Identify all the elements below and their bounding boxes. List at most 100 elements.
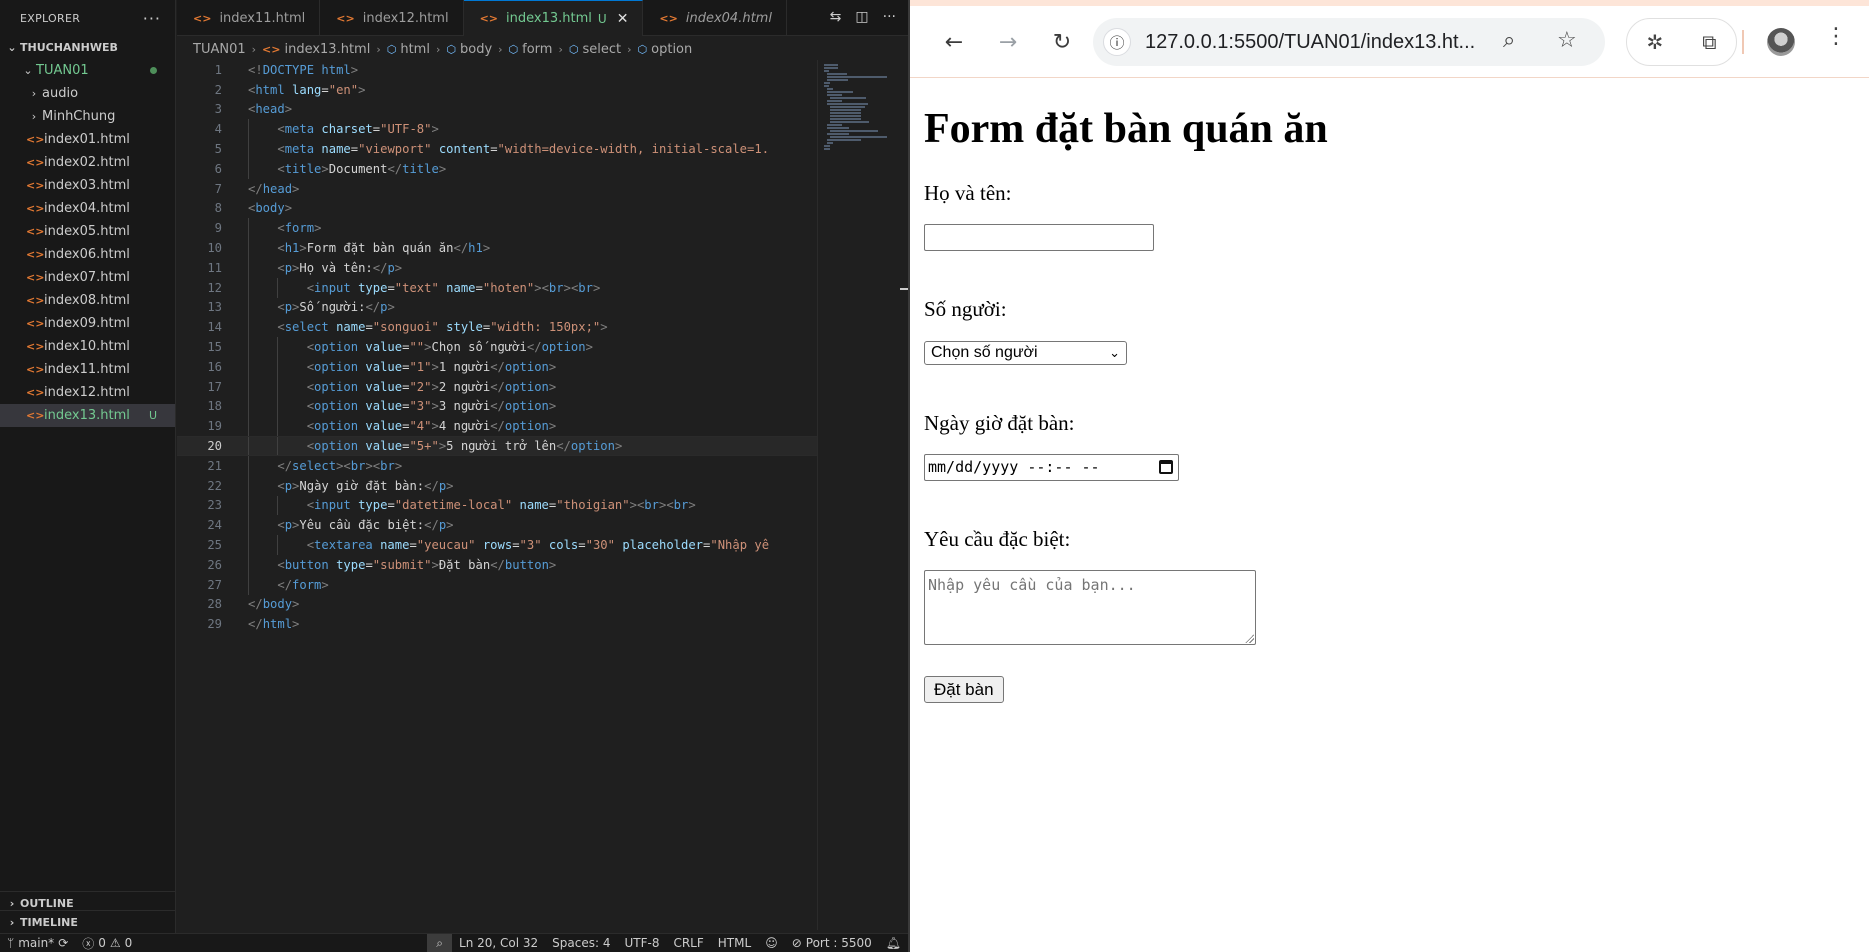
code-line[interactable]: 24 <p>Yêu cầu đặc biệt:</p> [177,515,817,536]
workspace-section[interactable]: ⌄ THUCHANHWEB [0,36,175,59]
address-bar[interactable]: ⓘ 127.0.0.1:5500/TUAN01/index13.ht... ⌕ … [1093,18,1605,66]
split-editor-icon[interactable]: ◫ [855,9,868,25]
code-line[interactable]: 22 <p>Ngày giờ đặt bàn:</p> [177,475,817,496]
code-line[interactable]: 4 <meta charset="UTF-8"> [177,119,817,140]
request-textarea[interactable]: Nhập yêu cầu của bạn... [924,569,1256,645]
tab-index11[interactable]: <> index11.html [177,0,321,36]
cursor-position[interactable]: Ln 20, Col 32 [452,936,545,950]
code-line[interactable]: 20 <option value="5+">5 người trở lên</o… [177,436,817,456]
code-line[interactable]: 3 <head> [177,100,817,120]
file-item[interactable]: <> index02.html [0,151,175,174]
site-info-icon[interactable]: ⓘ [1103,28,1131,56]
html-file-icon: <> [26,363,45,376]
code-line[interactable]: 16 <option value="1">1 người</option> [177,356,817,377]
code-line[interactable]: 27 </form> [177,574,817,595]
breadcrumb-item[interactable]: TUAN01 [193,42,246,57]
untracked-badge: U [148,409,157,422]
name-input[interactable] [924,224,1154,252]
breadcrumb-item[interactable]: select [582,42,621,57]
resize-handle-icon[interactable] [1245,633,1254,643]
breadcrumb-item[interactable]: index13.html [284,42,370,57]
minimap[interactable] [817,60,897,930]
code-line[interactable]: 12 <input type="text" name="hoten"><br><… [177,277,817,298]
zoom-icon[interactable]: ⌕ [427,933,453,952]
folder-minhchung[interactable]: › MinhChung [0,105,175,128]
close-icon[interactable]: ✕ [617,11,629,27]
code-line[interactable]: 19 <option value="4">4 người</option> [177,416,817,437]
code-line[interactable]: 28 </body> [177,595,817,615]
branch-status[interactable]: ᛘ main* ⟳ [0,936,75,950]
code-line[interactable]: 29 </html> [177,614,817,634]
code-line[interactable]: 6 <title>Document</title> [177,158,817,179]
file-item[interactable]: <> index08.html [0,289,175,312]
indentation[interactable]: Spaces: 4 [545,936,617,950]
compare-changes-icon[interactable]: ⇆ [830,9,842,25]
end-of-line[interactable]: CRLF [666,936,710,950]
submit-button[interactable]: Đặt bàn [924,675,1004,703]
code-line[interactable]: 15 <option value="">Chọn số người</optio… [177,337,817,357]
indent-guide [277,535,279,555]
code-line[interactable]: 8 <body> [177,199,817,219]
file-item[interactable]: <> index12.html [0,381,175,404]
calendar-icon[interactable] [1159,460,1173,475]
datetime-input[interactable]: mm/dd/yyyy --:-- -- [924,453,1179,481]
browser-menu-icon[interactable]: ⋮ [1825,24,1847,49]
code-line[interactable]: 26 <button type="submit">Đặt bàn</button… [177,554,817,575]
breadcrumb-item[interactable]: body [460,42,492,57]
folder-audio[interactable]: › audio [0,82,175,105]
file-item[interactable]: <> index06.html [0,243,175,266]
code-line[interactable]: 5 <meta name="viewport" content="width=d… [177,139,817,159]
back-arrow-icon[interactable]: ← [938,26,970,58]
file-item[interactable]: <> index01.html [0,128,175,151]
code-line[interactable]: 17 <option value="2">2 người</option> [177,376,817,397]
notifications-icon[interactable]: 🔔︎ [879,936,908,950]
file-item[interactable]: <> index09.html [0,312,175,335]
people-select[interactable]: Chọn số người ⌄ [924,340,1127,365]
file-item[interactable]: <> index07.html [0,266,175,289]
timeline-section[interactable]: › TIMELINE [0,910,176,933]
puzzle-extensions-icon[interactable]: ⧉ [1702,30,1716,54]
more-actions-icon[interactable]: ··· [143,9,161,28]
translate-extension-icon[interactable]: ✲ [1646,30,1663,54]
code-line[interactable]: 13 <p>Số người:</p> [177,297,817,318]
code-line[interactable]: 21 </select><br><br> [177,455,817,476]
file-item[interactable]: <> index13.html U [0,404,175,427]
bookmark-star-icon[interactable]: ☆ [1557,28,1577,53]
code-line[interactable]: 7 </head> [177,179,817,199]
code-editor[interactable]: 1 <!DOCTYPE html> 2 <html lang="en"> 3 <head>… [177,60,817,930]
code-line[interactable]: 25 <textarea name="yeucau" rows="3" cols… [177,535,817,555]
tab-index13[interactable]: <> index13.html U ✕ [463,0,644,36]
minimap-line [827,142,834,144]
file-item[interactable]: <> index04.html [0,197,175,220]
language-mode[interactable]: HTML [711,936,758,950]
problems-status[interactable]: ⓧ 0 ⚠ 0 [75,935,139,952]
more-actions-icon[interactable]: ··· [883,9,896,25]
encoding[interactable]: UTF-8 [617,936,666,950]
folder-tuan01[interactable]: ⌄ TUAN01 [0,59,175,82]
code-line[interactable]: 18 <option value="3">3 người</option> [177,396,817,417]
code-line[interactable]: 14 <select name="songuoi" style="width: … [177,317,817,338]
reload-icon[interactable]: ↻ [1046,26,1078,58]
file-item[interactable]: <> index11.html [0,358,175,381]
file-item[interactable]: <> index05.html [0,220,175,243]
code-line[interactable]: 9 <form> [177,218,817,239]
forward-arrow-icon[interactable]: → [992,26,1024,58]
live-server-port[interactable]: ⊘ Port : 5500 [785,936,879,950]
tab-index04[interactable]: <> index04.html [643,0,787,36]
indent-guide [277,376,279,397]
code-line[interactable]: 11 <p>Họ và tên:</p> [177,257,817,278]
zoom-icon[interactable]: ⌕ [1503,28,1515,53]
tab-index12[interactable]: <> index12.html [320,0,464,36]
breadcrumb-item[interactable]: html [400,42,430,57]
code-line[interactable]: 1 <!DOCTYPE html> [177,60,817,80]
file-item[interactable]: <> index10.html [0,335,175,358]
code-line[interactable]: 23 <input type="datetime-local" name="th… [177,495,817,516]
file-item[interactable]: <> index03.html [0,174,175,197]
rendered-page: Form đặt bàn quán ăn Họ và tên: Số người… [924,78,1854,703]
copilot-icon[interactable]: ☺ [758,936,785,950]
code-line[interactable]: 10 <h1>Form đặt bàn quán ăn</h1> [177,238,817,258]
code-line[interactable]: 2 <html lang="en"> [177,80,817,100]
breadcrumb-item[interactable]: form [522,42,552,57]
profile-avatar[interactable] [1767,28,1795,56]
breadcrumb-item[interactable]: option [651,42,692,57]
